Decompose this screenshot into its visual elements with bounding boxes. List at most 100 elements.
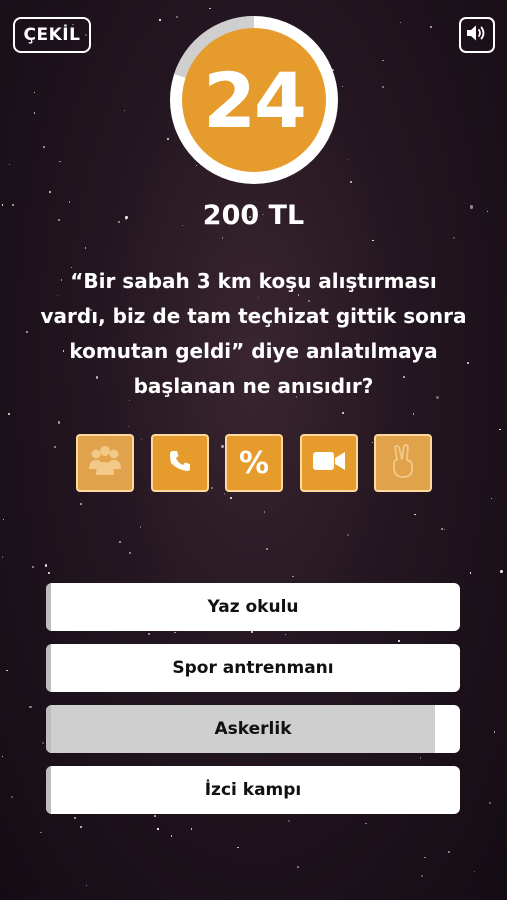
star [54, 445, 57, 448]
phone-icon [167, 448, 193, 478]
answer-label: Spor antrenmanı [172, 658, 334, 678]
percent-icon: % [238, 445, 270, 481]
answer-option-b[interactable]: Spor antrenmanı [46, 644, 460, 692]
star [159, 19, 161, 21]
countdown-timer: 24 [168, 14, 340, 186]
star [209, 7, 211, 10]
star [398, 640, 400, 642]
star [429, 26, 432, 28]
quit-button-label: ÇEKİL [23, 25, 81, 45]
star [42, 146, 45, 149]
star [346, 534, 349, 537]
star [128, 425, 130, 427]
star [372, 239, 375, 242]
star [499, 429, 501, 431]
star [266, 547, 268, 550]
star [29, 705, 32, 709]
answer-edge [46, 644, 51, 692]
star [174, 631, 176, 634]
star [364, 822, 367, 825]
victory-hand-icon [390, 444, 416, 482]
star [86, 885, 88, 887]
star [237, 846, 239, 849]
star [443, 529, 445, 531]
star [48, 571, 51, 574]
star [488, 802, 491, 805]
video-camera-icon [312, 450, 346, 476]
star [491, 498, 493, 500]
star [123, 109, 125, 111]
star [251, 631, 253, 633]
answer-option-c[interactable]: Askerlik [46, 705, 460, 753]
star [297, 866, 299, 869]
answer-option-a[interactable]: Yaz okulu [46, 583, 460, 631]
star [190, 828, 192, 830]
audience-icon [88, 445, 122, 481]
star [2, 518, 4, 520]
quit-button[interactable]: ÇEKİL [13, 17, 91, 53]
star [84, 247, 86, 249]
star [342, 411, 345, 414]
star [230, 496, 233, 499]
answer-edge [46, 766, 51, 814]
star [57, 421, 61, 424]
answer-edge [46, 583, 51, 631]
video-joker-button[interactable] [299, 434, 358, 492]
star [424, 856, 427, 859]
answer-label: İzci kampı [204, 780, 302, 800]
answer-edge [46, 705, 51, 753]
speaker-icon [466, 24, 488, 46]
timer-seconds: 24 [203, 55, 307, 145]
star [48, 190, 51, 193]
star [419, 757, 422, 759]
star [263, 511, 265, 513]
star [349, 180, 352, 183]
star [493, 731, 495, 733]
fifty-fifty-joker-button[interactable]: % [225, 434, 283, 492]
star [40, 831, 42, 834]
star [157, 828, 159, 830]
prize-amount: 200 TL [202, 200, 305, 231]
star [341, 85, 344, 88]
sound-toggle-button[interactable] [459, 17, 495, 53]
question-text: “Bir sabah 3 km koşu alıştırması vardı, … [40, 269, 467, 398]
star [292, 576, 294, 578]
star [59, 160, 61, 163]
star [73, 817, 76, 819]
star [447, 851, 450, 854]
star [399, 22, 401, 24]
double-answer-joker-button[interactable] [374, 434, 432, 492]
audience-joker-button[interactable] [76, 434, 134, 492]
star [147, 632, 150, 635]
star [499, 570, 503, 574]
star [119, 541, 121, 544]
star [1, 755, 3, 757]
star [45, 564, 48, 567]
star [41, 741, 45, 744]
star [382, 59, 384, 62]
star [287, 820, 290, 823]
star [381, 86, 384, 89]
star [440, 527, 444, 531]
star [31, 566, 34, 568]
star [284, 633, 286, 635]
star [79, 503, 82, 506]
star [414, 513, 416, 516]
star [10, 795, 13, 798]
answer-option-d[interactable]: İzci kampı [46, 766, 460, 814]
star [33, 91, 36, 94]
phone-joker-button[interactable] [150, 434, 209, 492]
answer-label: Askerlik [214, 719, 292, 739]
star [139, 525, 142, 528]
star [6, 670, 8, 672]
joker-bar: % [76, 434, 432, 494]
star [80, 826, 82, 828]
star [221, 237, 224, 239]
star [154, 815, 157, 817]
star [474, 870, 476, 872]
star [26, 331, 28, 334]
star [469, 572, 472, 574]
star [347, 158, 349, 160]
star [7, 412, 11, 415]
star [412, 413, 414, 415]
